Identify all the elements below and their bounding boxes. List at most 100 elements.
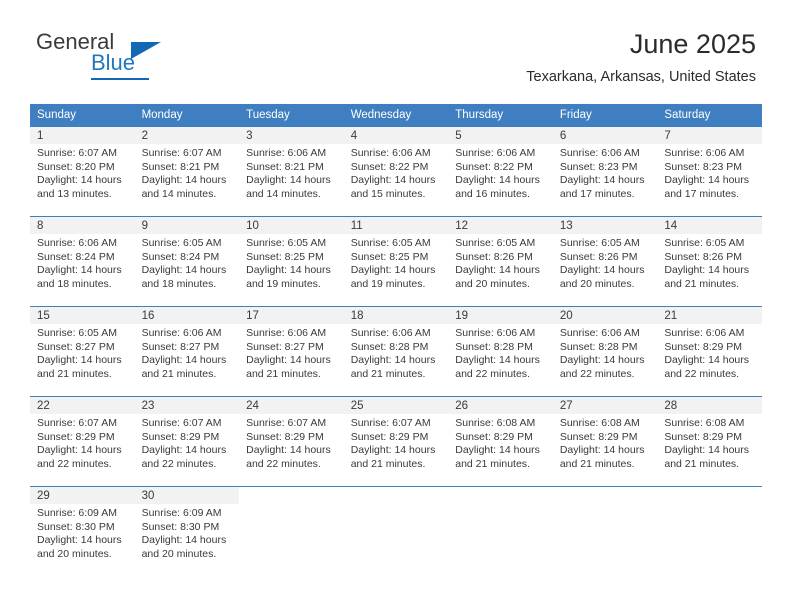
calendar-day-cell[interactable]: 13 Sunrise: 6:05 AM Sunset: 8:26 PM Dayligh… — [552, 216, 658, 307]
day-details: Sunrise: 6:05 AM Sunset: 8:26 PM Daylight:… — [448, 234, 553, 291]
daylight-text-line1: Daylight: 14 hours — [246, 264, 331, 276]
calendar-day-cell[interactable]: 5 Sunrise: 6:06 AM Sunset: 8:22 PM Daylight… — [448, 126, 553, 217]
calendar-day-cell[interactable]: 6 Sunrise: 6:06 AM Sunset: 8:23 PM Daylight… — [552, 126, 658, 217]
calendar-day-cell[interactable]: 16 Sunrise: 6:06 AM Sunset: 8:27 PM Dayligh… — [134, 306, 240, 397]
sunrise-text: Sunrise: 6:07 AM — [350, 417, 431, 429]
day-details: Sunrise: 6:06 AM Sunset: 8:28 PM Daylight:… — [448, 324, 553, 381]
daylight-text-line2: and 22 minutes. — [664, 367, 740, 380]
daylight-text-line1: Daylight: 14 hours — [141, 444, 227, 456]
calendar-day-cell[interactable]: 30 Sunrise: 6:09 AM Sunset: 8:30 PM Dayligh… — [134, 486, 240, 576]
daylight-text-line2: and 22 minutes. — [37, 457, 112, 470]
daylight-text-line2: and 21 minutes. — [37, 367, 112, 380]
calendar-week-row: 22 Sunrise: 6:07 AM Sunset: 8:29 PM Dayligh… — [30, 396, 762, 487]
sunset-text: Sunset: 8:23 PM — [664, 160, 743, 173]
calendar-day-cell[interactable]: 24 Sunrise: 6:07 AM Sunset: 8:29 PM Dayligh… — [239, 396, 344, 487]
logo-underline — [91, 78, 149, 80]
calendar-day-cell[interactable]: 2 Sunrise: 6:07 AM Sunset: 8:21 PM Daylight… — [134, 126, 240, 217]
general-blue-logo[interactable]: General Blue — [36, 30, 166, 86]
daylight-text-line2: and 21 minutes. — [455, 457, 530, 470]
sunrise-text: Sunrise: 6:06 AM — [246, 327, 327, 339]
calendar-day-cell[interactable]: 1 Sunrise: 6:07 AM Sunset: 8:20 PM Daylight… — [30, 126, 135, 217]
sunrise-text: Sunrise: 6:05 AM — [664, 237, 745, 249]
sunrise-text: Sunrise: 6:06 AM — [246, 147, 327, 159]
daylight-text-line1: Daylight: 14 hours — [455, 354, 540, 366]
calendar-day-cell[interactable]: 12 Sunrise: 6:05 AM Sunset: 8:26 PM Dayligh… — [448, 216, 553, 307]
daylight-text-line1: Daylight: 14 hours — [664, 444, 750, 456]
calendar-day-cell[interactable]: 25 Sunrise: 6:07 AM Sunset: 8:29 PM Dayligh… — [343, 396, 449, 487]
daylight-text-line2: and 16 minutes. — [455, 187, 530, 200]
calendar-day-cell[interactable]: 11 Sunrise: 6:05 AM Sunset: 8:25 PM Dayligh… — [343, 216, 449, 307]
daylight-text-line1: Daylight: 14 hours — [664, 174, 750, 186]
sunrise-text: Sunrise: 6:06 AM — [664, 147, 745, 159]
day-cell-content: 17 Sunrise: 6:06 AM Sunset: 8:27 PM Dayligh… — [239, 307, 344, 396]
calendar-day-cell[interactable]: 18 Sunrise: 6:06 AM Sunset: 8:28 PM Dayligh… — [343, 306, 449, 397]
calendar-day-cell[interactable]: 15 Sunrise: 6:05 AM Sunset: 8:27 PM Dayligh… — [30, 306, 135, 397]
daylight-text-line1: Daylight: 14 hours — [455, 174, 540, 186]
day-number: 28 — [664, 400, 678, 412]
sunrise-text: Sunrise: 6:08 AM — [664, 417, 745, 429]
calendar-day-cell[interactable]: 20 Sunrise: 6:06 AM Sunset: 8:28 PM Dayligh… — [552, 306, 658, 397]
day-number: 12 — [455, 220, 469, 232]
calendar-day-cell[interactable]: 29 Sunrise: 6:09 AM Sunset: 8:30 PM Dayligh… — [30, 486, 135, 576]
calendar-day-cell[interactable]: 26 Sunrise: 6:08 AM Sunset: 8:29 PM Dayligh… — [448, 396, 553, 487]
page-title: June 2025 — [629, 29, 756, 59]
day-number: 20 — [559, 310, 573, 322]
sunrise-text: Sunrise: 6:06 AM — [350, 147, 431, 159]
sunrise-text: Sunrise: 6:06 AM — [350, 327, 431, 339]
day-details: Sunrise: 6:06 AM Sunset: 8:23 PM Daylight:… — [553, 144, 658, 201]
day-details: Sunrise: 6:06 AM Sunset: 8:24 PM Daylight:… — [30, 234, 135, 291]
calendar-day-cell[interactable]: 3 Sunrise: 6:06 AM Sunset: 8:21 PM Daylight… — [239, 126, 344, 217]
calendar-day-cell[interactable]: 17 Sunrise: 6:06 AM Sunset: 8:27 PM Dayligh… — [239, 306, 344, 397]
daylight-text-line1: Daylight: 14 hours — [37, 444, 122, 456]
day-cell-content: 30 Sunrise: 6:09 AM Sunset: 8:30 PM Dayligh… — [134, 487, 240, 576]
day-number: 9 — [141, 220, 148, 232]
day-cell-content: 18 Sunrise: 6:06 AM Sunset: 8:28 PM Dayligh… — [343, 307, 449, 396]
daylight-text-line1: Daylight: 14 hours — [141, 534, 227, 546]
day-details: Sunrise: 6:07 AM Sunset: 8:29 PM Daylight:… — [239, 414, 344, 471]
daylight-text-line1: Daylight: 14 hours — [350, 444, 436, 456]
calendar-day-cell[interactable]: 7 Sunrise: 6:06 AM Sunset: 8:23 PM Daylight… — [657, 126, 762, 217]
calendar-day-cell[interactable]: 4 Sunrise: 6:06 AM Sunset: 8:22 PM Daylight… — [343, 126, 449, 217]
daylight-text-line1: Daylight: 14 hours — [559, 354, 645, 366]
sunset-text: Sunset: 8:26 PM — [455, 250, 533, 263]
daylight-text-line2: and 21 minutes. — [246, 367, 321, 380]
day-number: 11 — [350, 220, 363, 232]
calendar-day-cell[interactable]: 8 Sunrise: 6:06 AM Sunset: 8:24 PM Daylight… — [30, 216, 135, 307]
day-number: 16 — [141, 310, 155, 322]
calendar-day-cell[interactable]: 28 Sunrise: 6:08 AM Sunset: 8:29 PM Dayligh… — [657, 396, 762, 487]
day-number: 19 — [455, 310, 469, 322]
daylight-text-line2: and 20 minutes. — [141, 547, 217, 560]
daylight-text-line2: and 17 minutes. — [664, 187, 740, 200]
calendar-week-row: 15 Sunrise: 6:05 AM Sunset: 8:27 PM Dayligh… — [30, 306, 762, 397]
daylight-text-line2: and 22 minutes. — [455, 367, 530, 380]
sunset-text: Sunset: 8:29 PM — [141, 430, 220, 443]
day-number: 18 — [350, 310, 364, 322]
daylight-text-line1: Daylight: 14 hours — [350, 354, 436, 366]
day-cell-content: 14 Sunrise: 6:05 AM Sunset: 8:26 PM Dayligh… — [657, 217, 762, 306]
sunset-text: Sunset: 8:27 PM — [246, 340, 324, 353]
sunrise-text: Sunrise: 6:05 AM — [559, 237, 640, 249]
sunset-text: Sunset: 8:29 PM — [246, 430, 324, 443]
calendar-day-cell[interactable]: 22 Sunrise: 6:07 AM Sunset: 8:29 PM Dayligh… — [30, 396, 135, 487]
calendar-week-row: 29 Sunrise: 6:09 AM Sunset: 8:30 PM Dayligh… — [30, 486, 762, 576]
day-details: Sunrise: 6:08 AM Sunset: 8:29 PM Daylight:… — [657, 414, 762, 471]
day-number: 30 — [141, 490, 155, 502]
calendar-day-cell[interactable]: 27 Sunrise: 6:08 AM Sunset: 8:29 PM Dayligh… — [552, 396, 658, 487]
calendar-day-cell[interactable]: 10 Sunrise: 6:05 AM Sunset: 8:25 PM Dayligh… — [239, 216, 344, 307]
day-cell-content: 11 Sunrise: 6:05 AM Sunset: 8:25 PM Dayligh… — [343, 217, 449, 306]
day-cell-content: 3 Sunrise: 6:06 AM Sunset: 8:21 PM Daylight… — [239, 127, 344, 216]
daylight-text-line1: Daylight: 14 hours — [350, 264, 436, 276]
sunrise-text: Sunrise: 6:07 AM — [37, 417, 117, 429]
calendar-day-cell[interactable]: 9 Sunrise: 6:05 AM Sunset: 8:24 PM Daylight… — [134, 216, 240, 307]
day-details: Sunrise: 6:06 AM Sunset: 8:28 PM Daylight:… — [344, 324, 449, 381]
daylight-text-line1: Daylight: 14 hours — [37, 264, 122, 276]
calendar-day-cell-empty — [343, 486, 449, 576]
day-details: Sunrise: 6:08 AM Sunset: 8:29 PM Daylight:… — [553, 414, 658, 471]
day-number: 17 — [246, 310, 259, 322]
calendar-day-cell-empty — [657, 486, 762, 576]
calendar-day-cell[interactable]: 21 Sunrise: 6:06 AM Sunset: 8:29 PM Dayligh… — [657, 306, 762, 397]
day-details: Sunrise: 6:05 AM Sunset: 8:26 PM Daylight:… — [553, 234, 658, 291]
calendar-day-cell[interactable]: 19 Sunrise: 6:06 AM Sunset: 8:28 PM Dayligh… — [448, 306, 553, 397]
calendar-day-cell[interactable]: 14 Sunrise: 6:05 AM Sunset: 8:26 PM Dayligh… — [657, 216, 762, 307]
calendar-day-cell[interactable]: 23 Sunrise: 6:07 AM Sunset: 8:29 PM Dayligh… — [134, 396, 240, 487]
